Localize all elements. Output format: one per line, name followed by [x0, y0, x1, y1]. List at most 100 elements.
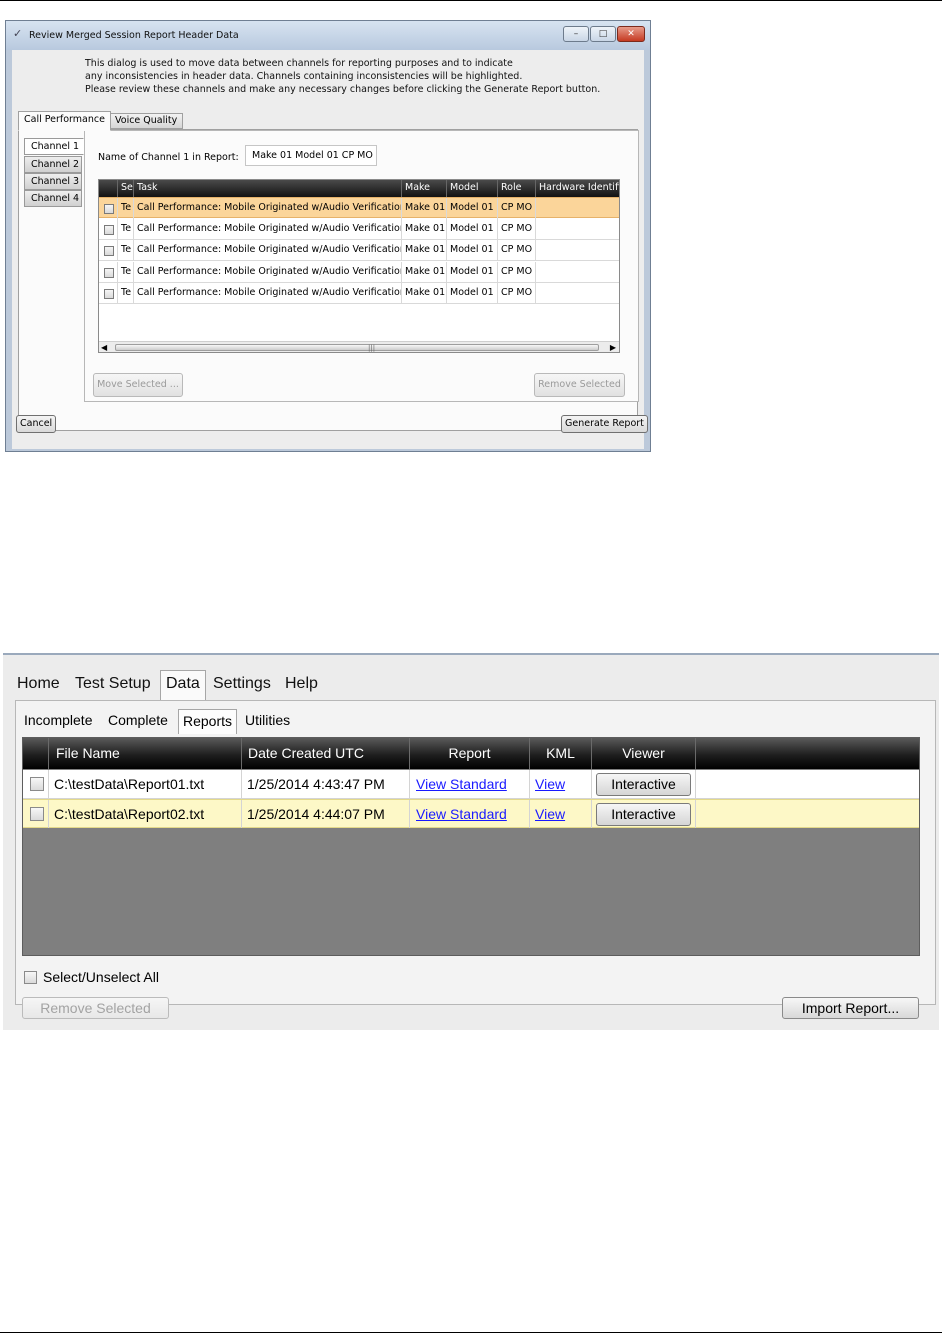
cell-se: Te	[117, 219, 133, 240]
row-checkbox[interactable]	[104, 225, 114, 235]
row-checkbox[interactable]	[30, 777, 44, 791]
remove-selected-button[interactable]: Remove Selected	[22, 997, 169, 1019]
column-header-model[interactable]: Model	[446, 180, 497, 197]
cell-kml: View	[529, 800, 591, 828]
cell-date-created: 1/25/2014 4:44:07 PM	[241, 800, 409, 828]
cell-task: Call Performance: Mobile Originated w/Au…	[133, 240, 401, 261]
cell-task: Call Performance: Mobile Originated w/Au…	[133, 219, 401, 240]
view-kml-link[interactable]: View	[535, 806, 565, 822]
cell-hardware-id	[535, 198, 619, 219]
row-checkbox[interactable]	[104, 289, 114, 299]
table-row[interactable]: C:\testData\Report02.txt 1/25/2014 4:44:…	[23, 799, 919, 828]
cell-task: Call Performance: Mobile Originated w/Au…	[133, 262, 401, 283]
table-row[interactable]: Te Call Performance: Mobile Originated w…	[99, 197, 619, 219]
intro-line: Please review these channels and make an…	[85, 84, 601, 95]
cell-model: Model 01	[446, 198, 497, 219]
scroll-left-icon[interactable]: ◀	[101, 342, 107, 352]
review-merged-session-dialog: ✓ Review Merged Session Report Header Da…	[5, 20, 651, 452]
tab-channel-3[interactable]: Channel 3	[24, 173, 82, 190]
row-checkbox[interactable]	[30, 807, 44, 821]
tab-voice-quality[interactable]: Voice Quality	[109, 113, 184, 129]
interactive-viewer-button[interactable]: Interactive	[596, 773, 691, 796]
view-standard-link[interactable]: View Standard	[416, 776, 507, 792]
tab-channel-1[interactable]: Channel 1	[24, 138, 84, 155]
cell-filler	[695, 770, 919, 798]
tab-channel-2[interactable]: Channel 2	[24, 156, 82, 173]
maximize-button[interactable]: □	[590, 26, 616, 42]
cell-file-name: C:\testData\Report02.txt	[48, 800, 241, 828]
cell-role: CP MO	[497, 198, 535, 219]
tab-complete[interactable]: Complete	[108, 709, 168, 733]
dialog-titlebar[interactable]: ✓ Review Merged Session Report Header Da…	[6, 21, 650, 50]
tab-call-performance[interactable]: Call Performance	[18, 111, 111, 131]
menu-data[interactable]: Data	[160, 670, 206, 700]
cell-task: Call Performance: Mobile Originated w/Au…	[133, 283, 401, 304]
generate-report-button[interactable]: Generate Report	[561, 415, 648, 433]
cell-make: Make 01	[401, 262, 446, 283]
column-header-task[interactable]: Task	[133, 180, 401, 197]
minimize-button[interactable]: –	[563, 26, 589, 42]
cell-role: CP MO	[497, 262, 535, 283]
menu-help[interactable]: Help	[285, 671, 318, 699]
select-all-label: Select/Unselect All	[43, 969, 159, 985]
tab-reports[interactable]: Reports	[178, 709, 238, 734]
table-row[interactable]: C:\testData\Report01.txt 1/25/2014 4:43:…	[23, 770, 919, 799]
horizontal-scrollbar[interactable]: ◀ ||| ▶	[99, 341, 619, 352]
column-header-viewer[interactable]: Viewer	[591, 738, 695, 769]
view-kml-link[interactable]: View	[535, 776, 565, 792]
view-standard-link[interactable]: View Standard	[416, 806, 507, 822]
menu-settings[interactable]: Settings	[213, 671, 271, 699]
column-header-kml[interactable]: KML	[529, 738, 591, 769]
column-header-se[interactable]: Se	[117, 180, 133, 197]
cell-make: Make 01	[401, 240, 446, 261]
cell-role: CP MO	[497, 283, 535, 304]
grid-header: Se Task Make Model Role Hardware Identif…	[99, 180, 619, 197]
row-checkbox[interactable]	[104, 204, 114, 214]
channel-name-field[interactable]: Make 01 Model 01 CP MO	[245, 145, 377, 166]
tab-utilities[interactable]: Utilities	[245, 709, 290, 733]
column-header-select[interactable]	[99, 180, 117, 197]
interactive-viewer-button[interactable]: Interactive	[596, 803, 691, 826]
move-selected-button[interactable]: Move Selected ...	[93, 373, 183, 397]
cell-role: CP MO	[497, 219, 535, 240]
column-header-select[interactable]	[23, 738, 48, 769]
tab-incomplete[interactable]: Incomplete	[24, 709, 92, 733]
column-header-file-name[interactable]: File Name	[48, 738, 241, 769]
cell-report: View Standard	[409, 800, 529, 828]
table-row[interactable]: Te Call Performance: Mobile Originated w…	[99, 262, 619, 283]
reports-grid: File Name Date Created UTC Report KML Vi…	[22, 737, 920, 956]
cell-make: Make 01	[401, 219, 446, 240]
select-all-box[interactable]	[24, 971, 37, 984]
column-header-role[interactable]: Role	[497, 180, 535, 197]
table-row[interactable]: Te Call Performance: Mobile Originated w…	[99, 240, 619, 261]
channel-data-grid: Se Task Make Model Role Hardware Identif…	[98, 179, 620, 353]
column-header-filler	[695, 738, 919, 769]
scroll-right-icon[interactable]: ▶	[610, 342, 616, 352]
column-header-hardware-id[interactable]: Hardware Identifi	[535, 180, 619, 197]
cell-make: Make 01	[401, 283, 446, 304]
menu-test-setup[interactable]: Test Setup	[75, 671, 151, 699]
page-top-rule	[0, 0, 942, 1]
menu-home[interactable]: Home	[17, 671, 60, 699]
table-row[interactable]: Te Call Performance: Mobile Originated w…	[99, 219, 619, 240]
cell-hardware-id	[535, 283, 619, 304]
cancel-button[interactable]: Cancel	[16, 415, 57, 433]
row-checkbox[interactable]	[104, 246, 114, 256]
import-report-button[interactable]: Import Report...	[782, 997, 919, 1019]
close-button[interactable]: ✕	[617, 26, 645, 42]
column-header-make[interactable]: Make	[401, 180, 446, 197]
row-checkbox[interactable]	[104, 268, 114, 278]
table-row[interactable]: Te Call Performance: Mobile Originated w…	[99, 283, 619, 304]
cell-se: Te	[117, 262, 133, 283]
column-header-report[interactable]: Report	[409, 738, 529, 769]
data-panel: Incomplete Complete Reports Utilities Fi…	[15, 700, 936, 1019]
channel-1-panel: Name of Channel 1 in Report: Make 01 Mod…	[84, 130, 639, 402]
remove-selected-button[interactable]: Remove Selected	[534, 373, 625, 397]
dialog-intro-text: This dialog is used to move data between…	[85, 57, 600, 96]
column-header-date-created[interactable]: Date Created UTC	[241, 738, 409, 769]
cell-task: Call Performance: Mobile Originated w/Au…	[133, 198, 401, 219]
scrollbar-thumb[interactable]: |||	[115, 344, 599, 352]
cell-file-name: C:\testData\Report01.txt	[48, 770, 241, 798]
tab-channel-4[interactable]: Channel 4	[24, 190, 82, 207]
reports-window: Home Test Setup Data Settings Help Incom…	[3, 653, 939, 1030]
